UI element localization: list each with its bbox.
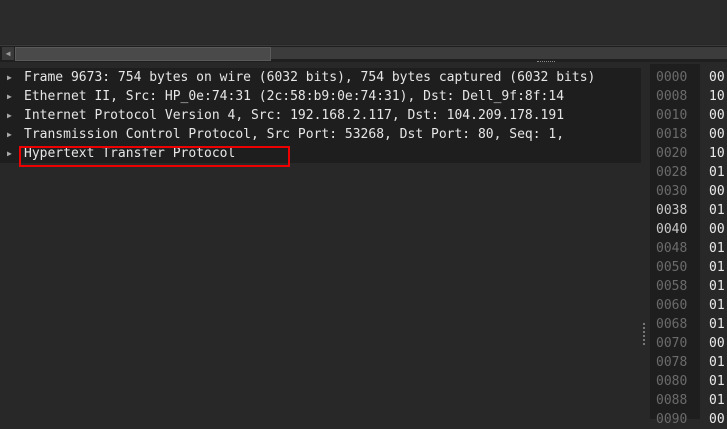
- horizontal-scrollbar[interactable]: ◀: [0, 45, 727, 62]
- hex-byte[interactable]: 01: [709, 353, 725, 372]
- scroll-left-arrow-icon[interactable]: ◀: [2, 47, 14, 60]
- scrollbar-thumb[interactable]: [15, 47, 271, 61]
- hex-offset: 0040: [656, 222, 688, 237]
- hex-byte[interactable]: 10: [709, 144, 725, 163]
- hex-byte[interactable]: 10: [709, 87, 725, 106]
- hex-byte[interactable]: 00: [709, 334, 725, 353]
- hex-offset: 0030: [656, 184, 688, 199]
- packet-details-tree: ▶ Frame 9673: 754 bytes on wire (6032 bit…: [0, 64, 641, 419]
- hex-byte[interactable]: 01: [709, 258, 725, 277]
- hex-offset: 0020: [656, 146, 688, 161]
- tree-item-label: Internet Protocol Version 4, Src: 192.16…: [24, 108, 565, 123]
- tree-item[interactable]: ▶ Ethernet II, Src: HP_0e:74:31 (2c:58:b9…: [0, 87, 641, 106]
- hex-byte[interactable]: 01: [709, 239, 725, 258]
- hex-offset: 0078: [656, 355, 688, 370]
- scrollbar-track[interactable]: [271, 47, 727, 59]
- tree-item[interactable]: ▶ Internet Protocol Version 4, Src: 192.1…: [0, 106, 641, 125]
- tree-item-label: Frame 9673: 754 bytes on wire (6032 bits…: [24, 70, 596, 85]
- hex-byte[interactable]: 00: [709, 106, 725, 125]
- expand-arrow-icon[interactable]: ▶: [7, 106, 12, 125]
- hex-offset: 0058: [656, 279, 688, 294]
- hex-byte[interactable]: 01: [709, 372, 725, 391]
- hex-offset: 0088: [656, 393, 688, 408]
- hex-byte[interactable]: 01: [709, 391, 725, 410]
- expand-arrow-icon[interactable]: ▶: [7, 144, 12, 163]
- hex-byte[interactable]: 01: [709, 163, 725, 182]
- packet-list-area: [0, 0, 727, 44]
- hex-byte[interactable]: 00: [709, 410, 725, 429]
- hex-offset: 0060: [656, 298, 688, 313]
- hex-byte[interactable]: 00: [709, 125, 725, 144]
- packet-bytes-pane: 0000 00 0008 10 0010 00 0018 00 0020 10 0028 01 0030…: [650, 64, 727, 427]
- hex-offset: 0080: [656, 374, 688, 389]
- hex-offset: 0000: [656, 70, 688, 85]
- highlight-box: [19, 146, 290, 167]
- tree-item-label: Transmission Control Protocol, Src Port:…: [24, 127, 565, 142]
- expand-arrow-icon[interactable]: ▶: [7, 125, 12, 144]
- expand-arrow-icon[interactable]: ▶: [7, 87, 12, 106]
- hex-byte[interactable]: 00: [709, 182, 725, 201]
- hex-byte[interactable]: 01: [709, 201, 725, 220]
- hex-offset: 0070: [656, 336, 688, 351]
- hex-byte[interactable]: 01: [709, 315, 725, 334]
- hex-offset: 0010: [656, 108, 688, 123]
- hex-offset: 0068: [656, 317, 688, 332]
- vertical-splitter-handle[interactable]: [643, 323, 645, 345]
- hex-offset: 0050: [656, 260, 688, 275]
- hex-offset: 0028: [656, 165, 688, 180]
- hex-offset: 0008: [656, 89, 688, 104]
- hex-byte[interactable]: 00: [709, 220, 725, 239]
- hex-offset: 0018: [656, 127, 688, 142]
- hex-byte[interactable]: 00: [709, 68, 725, 87]
- tree-item[interactable]: ▶ Frame 9673: 754 bytes on wire (6032 bit…: [0, 68, 641, 87]
- hex-offset: 0090: [656, 412, 688, 427]
- hex-byte[interactable]: 01: [709, 277, 725, 296]
- expand-arrow-icon[interactable]: ▶: [7, 68, 12, 87]
- tree-item[interactable]: ▶ Transmission Control Protocol, Src Port…: [0, 125, 641, 144]
- hex-offset: 0048: [656, 241, 688, 256]
- hex-byte[interactable]: 01: [709, 296, 725, 315]
- hex-offset: 0038: [656, 203, 688, 218]
- tree-item-label: Ethernet II, Src: HP_0e:74:31 (2c:58:b9:…: [24, 89, 565, 104]
